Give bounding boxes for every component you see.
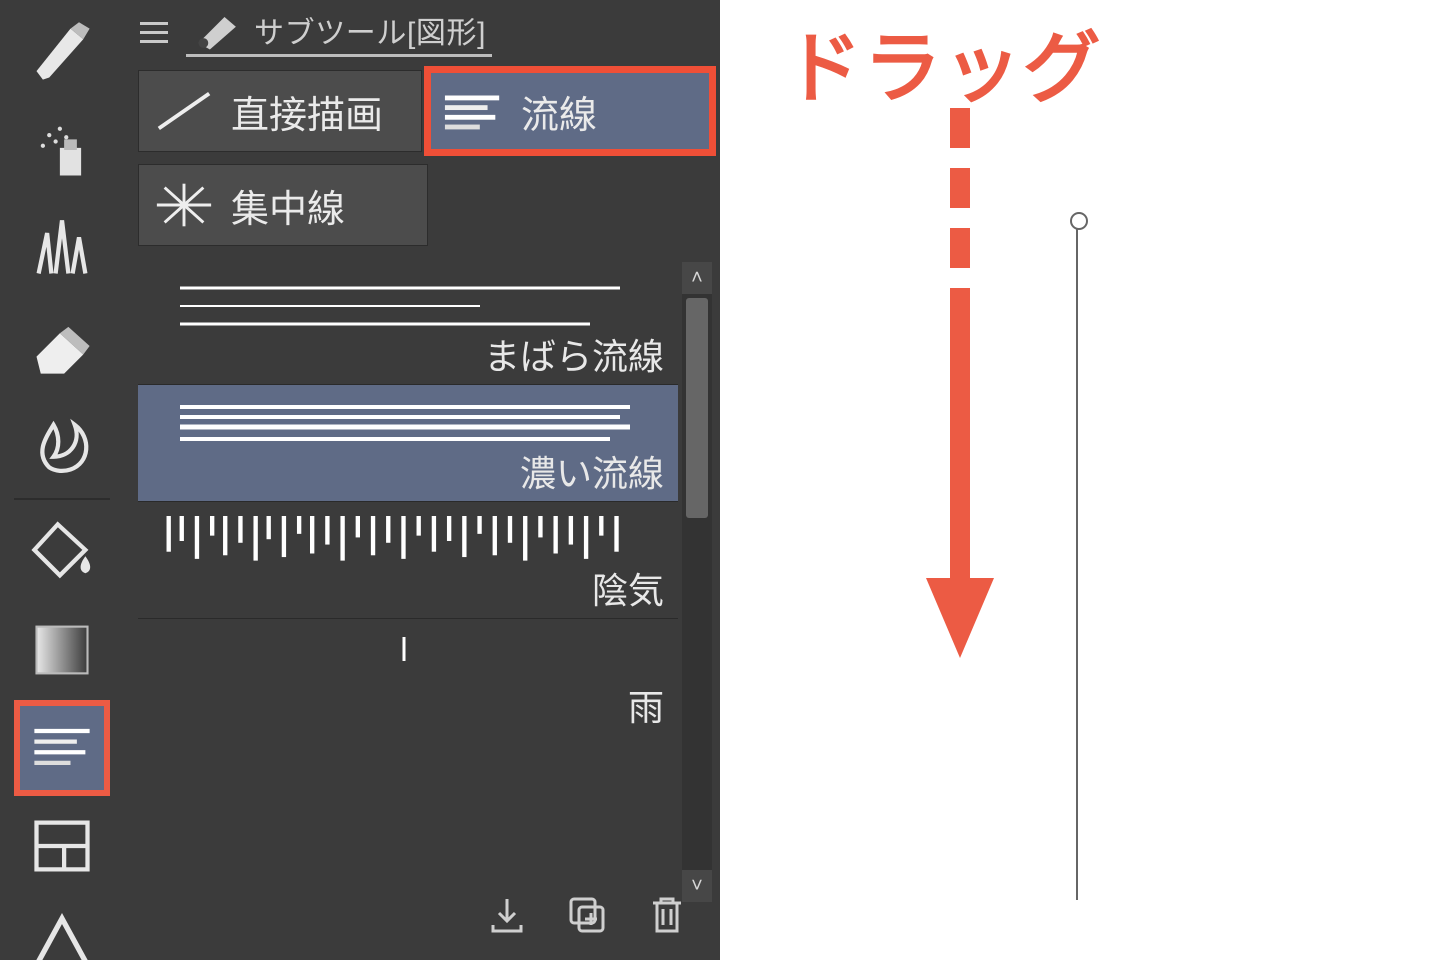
list-scrollbar[interactable]: ˄ ˅ (682, 262, 712, 902)
panel-menu-button[interactable] (140, 22, 168, 43)
panel-tab[interactable]: サブツール[図形] (186, 8, 492, 57)
category-direct-draw[interactable]: 直接描画 (138, 70, 422, 152)
item-preview (160, 282, 660, 332)
category-label: 直接描画 (231, 84, 383, 139)
category-label: 流線 (521, 84, 597, 139)
drag-stroke-line (1076, 220, 1078, 900)
drag-label: ドラッグ (784, 6, 1102, 118)
app-ui: サブツール[図形] 直接描画 流線 (0, 0, 720, 960)
scroll-up-button[interactable]: ˄ (682, 262, 712, 294)
drag-start-handle (1070, 212, 1088, 230)
item-label: 雨 (628, 679, 664, 731)
drag-arrow-icon (920, 108, 1000, 668)
trash-icon (643, 891, 691, 939)
focusline-icon (153, 179, 215, 231)
gradient-tool[interactable] (18, 606, 106, 694)
blend-tool[interactable] (18, 400, 106, 488)
marker-tool[interactable] (18, 8, 106, 96)
subtool-panel: サブツール[図形] 直接描画 流線 (130, 0, 720, 960)
item-preview (160, 633, 660, 683)
duplicate-subtool-button[interactable] (558, 886, 616, 944)
fill-tool[interactable] (18, 508, 106, 596)
delete-subtool-button[interactable] (638, 886, 696, 944)
category-focusline[interactable]: 集中線 (138, 164, 428, 246)
item-gloomy[interactable]: 陰気 (138, 501, 678, 618)
item-label: まばら流線 (484, 328, 664, 380)
frame-tool[interactable] (18, 802, 106, 890)
speedline-tool[interactable] (18, 704, 106, 792)
canvas-annotation: ドラッグ (720, 0, 1440, 960)
category-speedline[interactable]: 流線 (428, 70, 712, 152)
airbrush-tool[interactable] (18, 106, 106, 194)
subtool-list: まばら流線 濃い流線 (138, 262, 712, 902)
category-row-2: 集中線 (130, 158, 720, 252)
speedline-icon (443, 85, 505, 137)
download-subtool-button[interactable] (478, 886, 536, 944)
toolbar-separator (14, 498, 110, 500)
tool-sidebar (0, 0, 124, 960)
category-label: 集中線 (231, 178, 345, 233)
line-icon (153, 85, 215, 137)
panel-header: サブツール[図形] (130, 0, 720, 64)
panel-footer (130, 874, 720, 956)
duplicate-icon (563, 891, 611, 939)
grass-brush-tool[interactable] (18, 204, 106, 292)
item-dense-streamline[interactable]: 濃い流線 (138, 384, 678, 501)
item-sparse-streamline[interactable]: まばら流線 (138, 268, 678, 384)
scroll-thumb[interactable] (686, 298, 708, 518)
panel-title: サブツール[図形] (254, 8, 486, 52)
figure-tool-icon (192, 9, 244, 51)
eraser-tool[interactable] (18, 302, 106, 390)
item-preview (160, 516, 660, 566)
item-preview (160, 399, 660, 449)
ruler-tool[interactable] (18, 900, 106, 960)
item-rain[interactable]: 雨 (138, 618, 678, 735)
item-label: 陰気 (592, 562, 664, 614)
download-icon (483, 891, 531, 939)
category-row-1: 直接描画 流線 (130, 64, 720, 158)
item-label: 濃い流線 (520, 445, 664, 497)
